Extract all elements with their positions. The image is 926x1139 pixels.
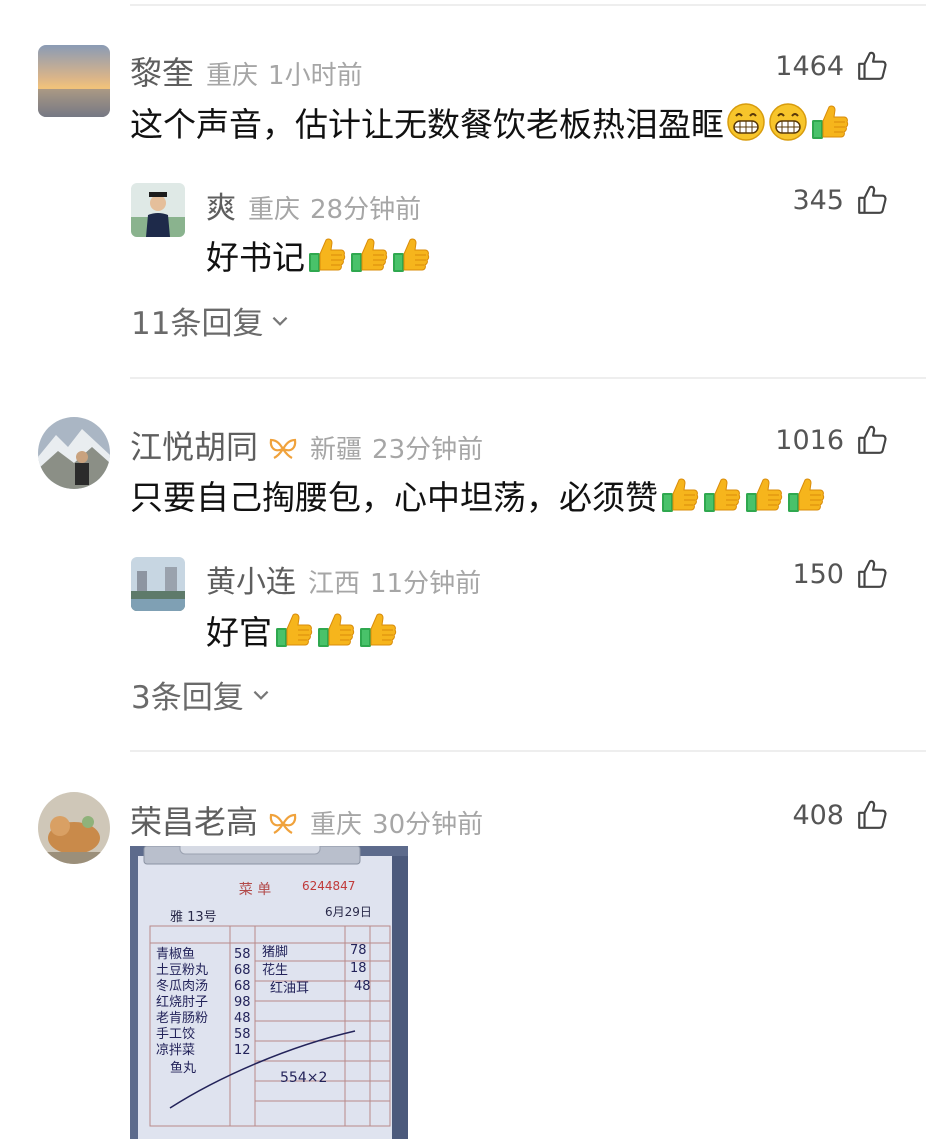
- reply-avatar[interactable]: [131, 557, 185, 611]
- thumbs-up-emoji-icon: [744, 475, 784, 515]
- like-count: 1464: [775, 50, 844, 82]
- avatar[interactable]: [38, 417, 110, 489]
- comment-meta: 江悦胡同 新疆 23分钟前: [130, 422, 483, 468]
- location: 重庆: [206, 61, 259, 91]
- receipt-title: 菜 单: [239, 882, 271, 898]
- reply-like-count: 150: [792, 558, 844, 590]
- username[interactable]: 黎奎: [130, 48, 194, 94]
- thumbs-up-emoji-icon: [810, 102, 850, 142]
- thumbs-up-outline-icon: [856, 799, 888, 831]
- thumbs-up-emoji-icon: [349, 235, 389, 275]
- attached-receipt-photo[interactable]: 菜 单 6244847 雅 13号 6月29日 青椒鱼 土豆粉丸 冬瓜肉汤 红烧…: [130, 846, 408, 1139]
- receipt-item: 红油耳: [270, 980, 309, 996]
- comment-divider: [130, 750, 926, 752]
- thumbs-up-emoji-icon: [660, 475, 700, 515]
- receipt-price: 58: [234, 1027, 251, 1042]
- thumbs-up-outline-icon: [856, 558, 888, 590]
- comment-body: 这个声音，估计让无数餐饮老板热泪盈眶: [130, 105, 724, 144]
- thumbs-up-outline-icon: [856, 424, 888, 456]
- like-count: 408: [792, 799, 844, 831]
- location: 新疆: [310, 435, 363, 465]
- thumbs-up-emoji-icon: [702, 475, 742, 515]
- reply-avatar[interactable]: [131, 183, 185, 237]
- timestamp: 30分钟前: [372, 810, 484, 840]
- more-replies-link[interactable]: 11条回复: [131, 298, 291, 343]
- thumbs-up-emoji-icon: [786, 475, 826, 515]
- receipt-price: 68: [234, 979, 251, 994]
- comment-divider: [130, 377, 926, 379]
- reply-text: 好书记: [206, 231, 431, 279]
- receipt-price: 18: [350, 961, 367, 976]
- timestamp: 23分钟前: [372, 435, 484, 465]
- thumbs-up-emoji-icon: [316, 610, 356, 650]
- grinning-emoji-icon: [768, 102, 808, 142]
- reply-location: 重庆: [248, 195, 301, 225]
- comment-body: 只要自己掏腰包，心中坦荡，必须赞: [130, 478, 658, 517]
- reply-timestamp: 28分钟前: [310, 195, 422, 225]
- grinning-emoji-icon: [726, 102, 766, 142]
- reply-timestamp: 11分钟前: [370, 569, 482, 599]
- reply-text: 好官: [206, 606, 398, 654]
- receipt-item: 老肯肠粉: [156, 1011, 208, 1026]
- more-replies-label: 3条回复: [131, 680, 244, 716]
- receipt-price: 68: [234, 963, 251, 978]
- receipt-price: 58: [234, 947, 251, 962]
- receipt-item: 鱼丸: [170, 1060, 196, 1076]
- gold-ribbon-badge-icon: [268, 437, 298, 461]
- receipt-item: 手工饺: [156, 1027, 195, 1042]
- receipt-price: 98: [234, 995, 251, 1010]
- like-count: 1016: [775, 424, 844, 456]
- reply-location: 江西: [308, 569, 361, 599]
- username[interactable]: 江悦胡同: [130, 422, 258, 468]
- reply-like-button[interactable]: 345: [792, 184, 888, 216]
- receipt-item: 凉拌菜: [156, 1043, 195, 1058]
- thumbs-up-emoji-icon: [307, 235, 347, 275]
- like-button[interactable]: 408: [792, 799, 888, 831]
- location: 重庆: [310, 810, 363, 840]
- avatar[interactable]: [38, 792, 110, 864]
- receipt-price: 48: [234, 1011, 251, 1026]
- receipt-item: 红烧肘子: [156, 994, 208, 1010]
- thumbs-up-emoji-icon: [274, 610, 314, 650]
- chevron-down-icon: [250, 684, 272, 706]
- reply-like-count: 345: [792, 184, 844, 216]
- receipt-price: 78: [350, 943, 367, 958]
- receipt-number: 6244847: [302, 879, 355, 893]
- thumbs-up-outline-icon: [856, 184, 888, 216]
- thumbs-up-emoji-icon: [358, 610, 398, 650]
- reply-like-button[interactable]: 150: [792, 558, 888, 590]
- reply-meta: 爽 重庆 28分钟前: [206, 183, 421, 227]
- chevron-down-icon: [269, 310, 291, 332]
- comment-text: 只要自己掏腰包，心中坦荡，必须赞: [130, 471, 826, 519]
- gold-ribbon-badge-icon: [268, 812, 298, 836]
- top-divider: [130, 4, 926, 6]
- receipt-date: 6月29日: [325, 905, 372, 919]
- receipt-price: 48: [354, 979, 371, 994]
- comment-meta: 黎奎 重庆 1小时前: [130, 48, 363, 94]
- avatar[interactable]: [38, 45, 110, 117]
- thumbs-up-outline-icon: [856, 50, 888, 82]
- more-replies-link[interactable]: 3条回复: [131, 672, 272, 717]
- timestamp: 1小时前: [268, 61, 363, 91]
- receipt-price: 12: [234, 1043, 251, 1058]
- like-button[interactable]: 1464: [775, 50, 888, 82]
- receipt-total: 554×2: [280, 1070, 327, 1086]
- reply-username[interactable]: 黄小连: [206, 557, 296, 601]
- receipt-item: 冬瓜肉汤: [156, 978, 208, 994]
- receipt-item: 猪脚: [262, 944, 288, 960]
- thumbs-up-emoji-icon: [391, 235, 431, 275]
- comment-meta: 荣昌老高 重庆 30分钟前: [130, 797, 483, 843]
- reply-username[interactable]: 爽: [206, 183, 236, 227]
- receipt-item: 青椒鱼: [156, 946, 195, 962]
- comment-text: 这个声音，估计让无数餐饮老板热泪盈眶: [130, 98, 850, 146]
- like-button[interactable]: 1016: [775, 424, 888, 456]
- username[interactable]: 荣昌老高: [130, 797, 258, 843]
- receipt-item: 土豆粉丸: [156, 963, 208, 978]
- reply-body: 好书记: [206, 238, 305, 277]
- receipt-table-no: 雅 13号: [170, 910, 217, 925]
- receipt-item: 花生: [262, 962, 288, 978]
- reply-meta: 黄小连 江西 11分钟前: [206, 557, 481, 601]
- more-replies-label: 11条回复: [131, 306, 264, 342]
- reply-body: 好官: [206, 613, 272, 652]
